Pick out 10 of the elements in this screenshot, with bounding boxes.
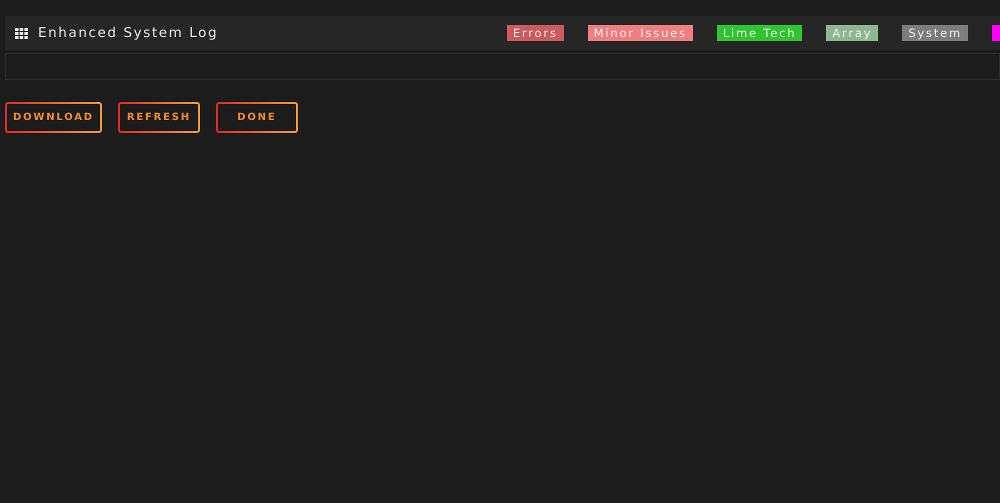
- legend-tag: Errors: [506, 25, 564, 41]
- legend-tag: System: [902, 25, 968, 41]
- action-button[interactable]: REFRESH: [118, 102, 200, 133]
- action-button[interactable]: DOWNLOAD: [5, 102, 102, 133]
- legend-tag: Array: [826, 25, 878, 41]
- page-title: Enhanced System Log: [38, 25, 218, 41]
- action-button[interactable]: DONE: [216, 102, 298, 133]
- legend-tag: Lime Tech: [716, 25, 802, 41]
- grid-icon: [15, 28, 28, 38]
- legend-tag: Minor Issues: [588, 25, 693, 41]
